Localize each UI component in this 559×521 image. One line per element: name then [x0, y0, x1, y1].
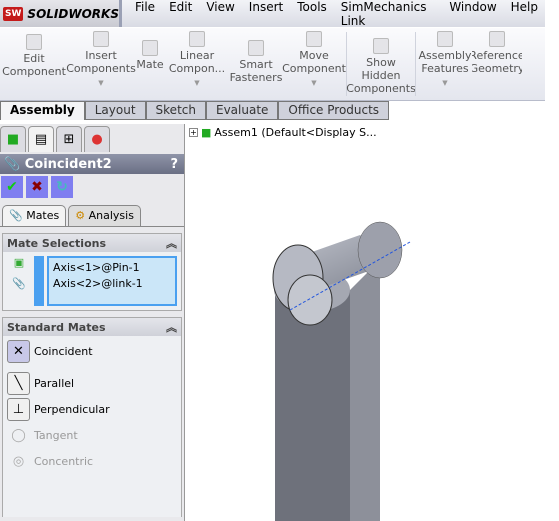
assembly-features-icon	[437, 31, 453, 47]
menu-simmechanics[interactable]: SimMechanics Link	[334, 0, 443, 28]
panel-title: Coincident2	[24, 156, 112, 172]
tab-layout[interactable]: Layout	[84, 101, 146, 120]
show-hidden-components-button[interactable]: Show Hidden Components	[346, 28, 416, 100]
feature-manager-tab[interactable]: ■	[0, 126, 26, 152]
mate-perpendicular[interactable]: ⊥ Perpendicular	[3, 396, 181, 422]
expand-icon[interactable]: +	[189, 128, 198, 137]
mate-selections-group: Mate Selections ︽ ▣ 📎 Axis<1>@Pin-1 Axis<2…	[2, 233, 182, 311]
show-hidden-icon	[373, 38, 389, 54]
feature-tree-root[interactable]: + ■ Assem1 (Default<Display S...	[189, 126, 377, 139]
paperclip-icon	[142, 40, 158, 56]
mate-selections-list[interactable]: Axis<1>@Pin-1 Axis<2>@link-1	[47, 256, 177, 306]
property-manager: ■ ▤ ⊞ ● 📎 Coincident2 ? ✔ ✖ ↻ 📎 Mates ⚙ …	[0, 124, 185, 521]
tab-office-products[interactable]: Office Products	[278, 101, 390, 120]
dropdown-arrow-icon: ▼	[194, 79, 200, 87]
list-item[interactable]: Axis<1>@Pin-1	[53, 260, 171, 276]
separator	[415, 32, 416, 96]
insert-components-icon	[93, 31, 109, 47]
reference-geometry-button[interactable]: Reference Geometry	[472, 28, 522, 100]
coincident-icon: ✕	[7, 339, 30, 363]
mate-concentric[interactable]: ◎ Concentric	[3, 448, 181, 474]
menu-bar: SW SOLIDWORKS File Edit View Insert Tools…	[0, 0, 545, 28]
parallel-icon: ╲	[7, 371, 30, 395]
solidworks-logo[interactable]: SW SOLIDWORKS	[0, 0, 122, 27]
paperclip-icon: 📎	[9, 209, 23, 222]
appearance-icon: ●	[91, 132, 103, 147]
menu-insert[interactable]: Insert	[242, 0, 290, 28]
tab-assembly[interactable]: Assembly	[0, 101, 85, 120]
pushpin-icon: ↻	[56, 179, 68, 195]
command-tabs: Assembly Layout Sketch Evaluate Office P…	[0, 101, 390, 120]
entities-to-mate-icon: ▣	[13, 256, 25, 269]
tab-evaluate[interactable]: Evaluate	[205, 101, 279, 120]
insert-components-button[interactable]: Insert Components ▼	[66, 28, 136, 100]
list-item[interactable]: Axis<2>@link-1	[53, 276, 171, 292]
mate-button[interactable]: Mate	[134, 28, 166, 100]
configuration-manager-tab[interactable]: ⊞	[56, 126, 82, 152]
dropdown-arrow-icon: ▼	[442, 79, 448, 87]
menu-file[interactable]: File	[128, 0, 162, 28]
dropdown-arrow-icon: ▼	[98, 79, 104, 87]
close-icon: ✖	[31, 179, 43, 195]
perpendicular-icon: ⊥	[7, 397, 30, 421]
smart-fasteners-button[interactable]: Smart Fasteners	[228, 28, 284, 100]
mate-tangent[interactable]: ◯ Tangent	[3, 422, 181, 448]
display-manager-tab[interactable]: ●	[84, 126, 110, 152]
gear-icon: ⚙	[75, 209, 86, 222]
tab-analysis[interactable]: ⚙ Analysis	[68, 205, 141, 226]
dropdown-arrow-icon: ▼	[311, 79, 317, 87]
command-manager: Edit Component Insert Components ▼ Mate L…	[0, 28, 545, 101]
menu-window[interactable]: Window	[442, 0, 503, 28]
menu-help[interactable]: Help	[504, 0, 545, 28]
tab-sketch[interactable]: Sketch	[145, 101, 206, 120]
linear-pattern-icon	[189, 31, 205, 47]
panel-title-bar: 📎 Coincident2 ?	[0, 154, 184, 174]
assembly-features-button[interactable]: Assembly Features ▼	[418, 28, 472, 100]
selection-indicator	[34, 256, 44, 306]
property-manager-tab[interactable]: ▤	[28, 126, 54, 152]
move-component-button[interactable]: Move Component ▼	[282, 28, 346, 100]
tab-mates[interactable]: 📎 Mates	[2, 205, 67, 226]
assembly-icon: ■	[201, 126, 212, 139]
configuration-icon: ⊞	[63, 132, 75, 147]
reference-geometry-icon	[489, 31, 505, 47]
linear-component-pattern-button[interactable]: Linear Compon... ▼	[166, 28, 228, 100]
standard-mates-group: Standard Mates ︽ ✕ Coincident ╲ Parallel ⊥ P…	[2, 317, 182, 517]
tangent-icon: ◯	[11, 427, 26, 443]
move-component-icon	[306, 31, 322, 47]
help-button[interactable]: ?	[170, 157, 178, 172]
concentric-icon: ◎	[12, 453, 25, 469]
menu-tools[interactable]: Tools	[290, 0, 334, 28]
checkmark-icon: ✔	[6, 179, 18, 195]
pushpin-button[interactable]: ↻	[51, 176, 73, 198]
mate-parallel[interactable]: ╲ Parallel	[3, 370, 181, 396]
menu-view[interactable]: View	[199, 0, 241, 28]
cancel-button[interactable]: ✖	[26, 176, 48, 198]
property-icon: ▤	[34, 132, 48, 147]
edit-component-icon	[26, 34, 42, 50]
paperclip-icon: 📎	[12, 277, 26, 290]
smart-fasteners-icon	[248, 40, 264, 56]
ok-button[interactable]: ✔	[1, 176, 23, 198]
assembly-icon: ■	[6, 132, 20, 147]
mate-coincident[interactable]: ✕ Coincident	[3, 338, 181, 364]
menu-edit[interactable]: Edit	[162, 0, 199, 28]
graphics-area[interactable]	[190, 150, 559, 521]
collapse-icon[interactable]: ︽	[166, 235, 177, 251]
edit-component-button[interactable]: Edit Component	[0, 28, 68, 100]
paperclip-icon: 📎	[4, 156, 21, 172]
collapse-icon[interactable]: ︽	[166, 319, 177, 335]
